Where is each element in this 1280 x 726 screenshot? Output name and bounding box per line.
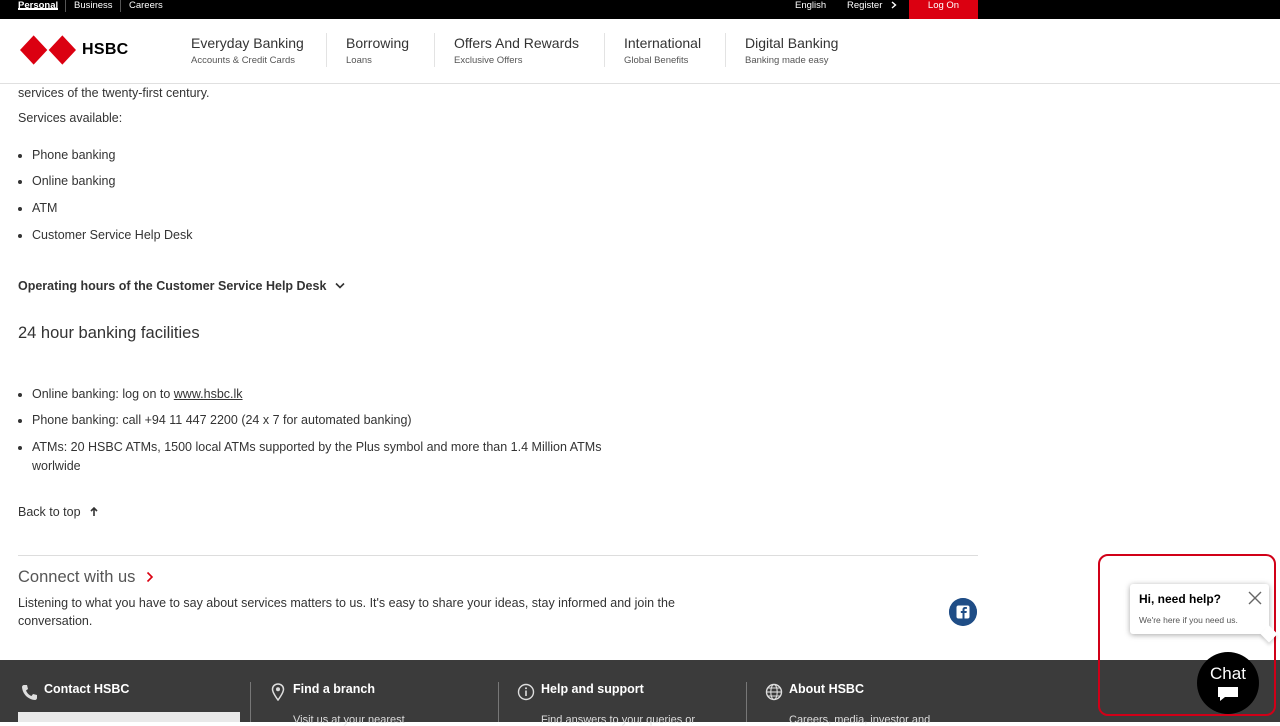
intro-text: services of the twenty-first century. xyxy=(18,86,210,100)
nav-title: Digital Banking xyxy=(745,35,839,51)
register-label: Register xyxy=(847,0,883,11)
chat-bubble-icon xyxy=(1218,687,1238,701)
footer-title: Help and support xyxy=(541,682,644,696)
nav-title: International xyxy=(624,35,702,51)
nav-international[interactable]: International Global Benefits xyxy=(624,35,701,71)
bullet xyxy=(18,154,22,158)
back-to-top-link[interactable]: Back to top xyxy=(18,505,98,519)
footer-contact-panel xyxy=(18,712,240,722)
list-item-text: Phone banking xyxy=(32,148,116,162)
list-item-text: ATMs: 20 HSBC ATMs, 1500 local ATMs supp… xyxy=(32,440,602,454)
chevron-right-icon xyxy=(891,1,897,9)
back-to-top-label: Back to top xyxy=(18,505,81,519)
arrow-up-icon xyxy=(90,506,98,516)
online-banking-text: Online banking: log on to xyxy=(32,387,174,401)
footer-help-and-support[interactable]: Help and support Find answers to your qu… xyxy=(517,682,737,726)
register-link[interactable]: Register xyxy=(847,0,897,11)
nav-divider xyxy=(434,33,435,67)
nav-subtitle: Global Benefits xyxy=(624,55,689,66)
connect-text: Listening to what you have to say about … xyxy=(18,596,675,610)
main-header: HSBC Everyday Banking Accounts & Credit … xyxy=(0,19,1280,84)
nav-title: Offers And Rewards xyxy=(454,35,580,51)
chat-button[interactable]: Chat xyxy=(1197,652,1259,714)
bullet xyxy=(18,207,22,211)
segment-business[interactable]: Business xyxy=(74,0,113,19)
segment-personal[interactable]: Personal xyxy=(18,0,59,11)
list-item-text: ATM xyxy=(32,201,58,215)
nav-digital-banking[interactable]: Digital Banking Banking made easy xyxy=(745,35,838,71)
footer-subtitle: Find answers to your queries or xyxy=(541,714,696,726)
info-icon xyxy=(517,683,535,701)
operating-hours-label: Operating hours of the Customer Service … xyxy=(18,279,327,293)
services-label: Services available: xyxy=(18,111,123,125)
footer-title: Contact HSBC xyxy=(44,682,130,696)
bullet xyxy=(18,419,22,423)
chat-button-label: Chat xyxy=(1210,664,1246,683)
chevron-right-icon xyxy=(146,571,154,583)
list-item-text-continued: worlwide xyxy=(32,459,81,473)
chat-prompt-subtitle: We're here if you need us. xyxy=(1139,615,1238,625)
footer-divider xyxy=(746,682,747,722)
brand-name[interactable]: HSBC xyxy=(82,41,129,59)
footer-title: Find a branch xyxy=(293,682,375,696)
footer-title: About HSBC xyxy=(789,682,864,696)
divider xyxy=(120,0,121,12)
nav-offers-and-rewards[interactable]: Offers And Rewards Exclusive Offers xyxy=(454,35,579,71)
chat-prompt-title: Hi, need help? xyxy=(1139,592,1222,606)
facilities-heading: 24 hour banking facilities xyxy=(18,324,200,342)
facebook-icon[interactable] xyxy=(949,598,977,626)
globe-icon xyxy=(765,683,783,701)
bullet xyxy=(18,234,22,238)
connect-with-us-link[interactable]: Connect with us xyxy=(18,568,154,587)
footer-subtitle: Visit us at your nearest xyxy=(293,714,405,726)
footer: Contact HSBC Find a branch Visit us at y… xyxy=(0,660,1280,726)
segment-careers[interactable]: Careers xyxy=(129,0,163,19)
footer-find-a-branch[interactable]: Find a branch Visit us at your nearest xyxy=(269,682,489,726)
bullet xyxy=(18,180,22,184)
footer-subtitle: Careers, media, investor and xyxy=(789,714,931,726)
nav-divider xyxy=(604,33,605,67)
bullet xyxy=(18,393,22,397)
chevron-down-icon xyxy=(335,282,345,289)
nav-divider xyxy=(725,33,726,67)
nav-subtitle: Accounts & Credit Cards xyxy=(191,55,296,66)
phone-icon xyxy=(22,685,37,700)
footer-divider xyxy=(498,682,499,722)
nav-title: Everyday Banking xyxy=(191,35,304,51)
operating-hours-toggle[interactable]: Operating hours of the Customer Service … xyxy=(18,279,345,293)
chat-prompt-bubble[interactable]: Hi, need help? We're here if you need us… xyxy=(1130,584,1278,643)
close-icon[interactable] xyxy=(1247,590,1263,606)
connect-heading: Connect with us xyxy=(18,568,136,586)
nav-subtitle: Banking made easy xyxy=(745,55,829,66)
footer-divider xyxy=(250,682,251,722)
list-item-text: Phone banking: call +94 11 447 2200 (24 … xyxy=(32,413,412,427)
nav-subtitle: Exclusive Offers xyxy=(454,55,523,66)
nav-everyday-banking[interactable]: Everyday Banking Accounts & Credit Cards xyxy=(191,35,304,71)
nav-title: Borrowing xyxy=(346,35,410,51)
footer-about-hsbc[interactable]: About HSBC Careers, media, investor and xyxy=(765,682,985,726)
bullet xyxy=(18,446,22,450)
location-pin-icon xyxy=(271,683,285,701)
top-utility-bar: Personal Business Careers English Regist… xyxy=(0,0,1280,19)
nav-subtitle: Loans xyxy=(346,55,372,66)
divider xyxy=(65,0,66,12)
nav-divider xyxy=(326,33,327,67)
list-item-text: Online banking xyxy=(32,174,116,188)
list-item-text: Online banking: log on to www.hsbc.lk xyxy=(32,387,243,401)
connect-text-continued: conversation. xyxy=(18,614,93,628)
language-selector[interactable]: English xyxy=(795,0,826,11)
log-on-button[interactable]: Log On xyxy=(909,0,978,19)
list-item-text: Customer Service Help Desk xyxy=(32,228,193,242)
hsbc-website-link[interactable]: www.hsbc.lk xyxy=(174,387,243,401)
section-divider xyxy=(18,555,978,556)
nav-borrowing[interactable]: Borrowing Loans xyxy=(346,35,409,71)
